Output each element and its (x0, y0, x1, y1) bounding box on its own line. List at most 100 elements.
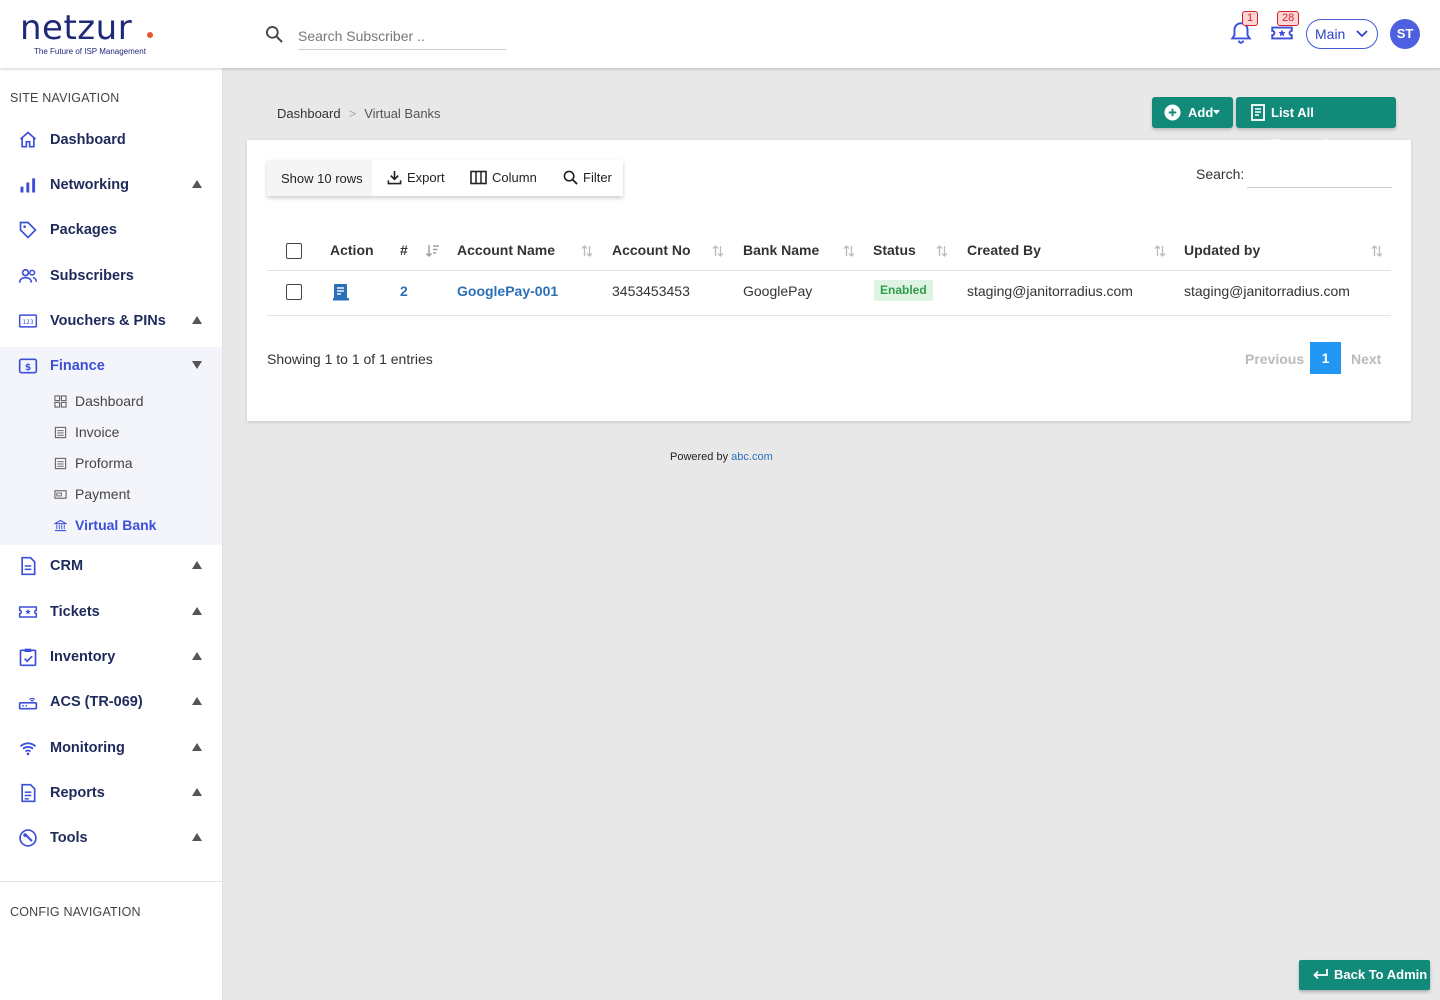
expand-arrow-icon (192, 316, 202, 324)
updated-by-cell: staging@janitorradius.com (1184, 283, 1350, 299)
sidebar-item-label: Reports (50, 785, 105, 801)
sub-item-label: Invoice (75, 424, 120, 440)
sub-item-label: Dashboard (75, 393, 144, 409)
sort-icon[interactable] (936, 244, 948, 258)
filter-button[interactable]: Filter (563, 160, 612, 196)
voucher-icon: 123 (18, 314, 38, 328)
config-navigation-heading: CONFIG NAVIGATION (10, 905, 141, 919)
col-id[interactable]: # (400, 242, 408, 258)
col-account-name[interactable]: Account Name (457, 242, 555, 258)
bar-chart-icon (20, 178, 36, 193)
card-icon (54, 490, 67, 499)
sidebar-item-label: Subscribers (50, 268, 134, 284)
add-button[interactable]: Add (1152, 97, 1233, 128)
sidebar: SITE NAVIGATION Dashboard Networking Pac… (0, 68, 223, 1000)
sidebar-item-tools[interactable]: Tools (0, 817, 222, 861)
finance-sub-payment[interactable]: Payment (0, 479, 222, 510)
sidebar-item-tickets[interactable]: Tickets (0, 591, 222, 635)
sidebar-item-monitoring[interactable]: Monitoring (0, 727, 222, 771)
breadcrumb-current: Virtual Banks (364, 106, 441, 121)
sidebar-item-label: Networking (50, 177, 129, 193)
header-divider (267, 270, 1391, 271)
pagination-previous[interactable]: Previous (1245, 351, 1304, 367)
sidebar-item-label: Vouchers & PINs (50, 313, 166, 329)
caret-down-icon (1213, 110, 1220, 115)
dollar-icon: $ (18, 358, 38, 374)
export-button[interactable]: Export (387, 160, 445, 196)
sidebar-item-reports[interactable]: Reports (0, 772, 222, 816)
col-status[interactable]: Status (873, 242, 916, 258)
svg-text:$: $ (25, 362, 31, 373)
document-icon (21, 556, 36, 576)
sort-icon[interactable] (712, 244, 724, 258)
clipboard-check-icon (19, 648, 37, 667)
col-bank-name[interactable]: Bank Name (743, 242, 819, 258)
sort-desc-icon[interactable] (426, 244, 440, 258)
sidebar-item-dashboard[interactable]: Dashboard (0, 119, 222, 163)
download-icon (387, 170, 402, 185)
export-label: Export (407, 170, 445, 185)
sidebar-item-subscribers[interactable]: Subscribers (0, 255, 222, 299)
subscriber-search-input[interactable] (298, 22, 506, 50)
plus-circle-icon (1164, 104, 1181, 121)
sidebar-item-inventory[interactable]: Inventory (0, 636, 222, 680)
list-icon (54, 426, 67, 439)
breadcrumb-root[interactable]: Dashboard (277, 106, 341, 121)
sidebar-item-networking[interactable]: Networking (0, 164, 222, 208)
view-transactions-icon[interactable] (333, 283, 349, 301)
pagination-next[interactable]: Next (1351, 351, 1381, 367)
expand-arrow-icon (192, 607, 202, 615)
logo-dot (147, 32, 153, 38)
notifications-badge: 1 (1242, 11, 1259, 26)
col-updated-by[interactable]: Updated by (1184, 242, 1260, 258)
select-all-checkbox[interactable] (286, 243, 302, 259)
site-navigation-heading: SITE NAVIGATION (10, 91, 120, 105)
sort-icon[interactable] (581, 244, 593, 258)
sidebar-item-acs[interactable]: ACS (TR-069) (0, 681, 222, 725)
sidebar-divider (0, 881, 222, 882)
chevron-down-icon (1356, 30, 1368, 38)
row-checkbox[interactable] (286, 284, 302, 300)
users-icon (18, 268, 38, 283)
col-account-no[interactable]: Account No (612, 242, 691, 258)
user-avatar[interactable]: ST (1390, 19, 1420, 49)
sidebar-item-packages[interactable]: Packages (0, 209, 222, 253)
breadcrumb-separator: > (348, 106, 357, 121)
tickets-badge: 28 (1277, 11, 1300, 26)
sort-icon[interactable] (843, 244, 855, 258)
sort-icon[interactable] (1154, 244, 1166, 258)
column-button[interactable]: Column (470, 160, 537, 196)
finance-sub-invoice[interactable]: Invoice (0, 417, 222, 448)
sidebar-item-label: Inventory (50, 649, 116, 665)
receipt-icon (1251, 104, 1265, 121)
finance-sub-proforma[interactable]: Proforma (0, 448, 222, 479)
sidebar-item-label: CRM (50, 558, 84, 574)
row-id-link[interactable]: 2 (400, 283, 408, 299)
sidebar-item-crm[interactable]: CRM (0, 545, 222, 589)
sub-item-label: Payment (75, 486, 131, 502)
sidebar-item-vouchers[interactable]: 123 Vouchers & PINs (0, 300, 222, 344)
expand-arrow-icon (192, 743, 202, 751)
list-icon (54, 457, 67, 470)
finance-sub-virtual-bank[interactable]: Virtual Bank (0, 510, 222, 541)
workspace-select[interactable]: Main (1306, 19, 1378, 49)
brand-logo[interactable]: netzur The Future of ISP Management (20, 10, 180, 60)
pagination-page-1[interactable]: 1 (1310, 342, 1341, 374)
table-toolbar: Show 10 rows Export Column Filter (267, 160, 623, 196)
columns-icon (470, 170, 487, 185)
footer-link[interactable]: abc.com (731, 451, 773, 463)
back-to-admin-button[interactable]: Back To Admin (1299, 960, 1430, 990)
sidebar-item-finance[interactable]: $ Finance (0, 345, 222, 389)
finance-sub-dashboard[interactable]: Dashboard (0, 386, 222, 417)
table-search-input[interactable] (1247, 159, 1392, 188)
brand-tagline: The Future of ISP Management (34, 47, 146, 56)
sort-icon[interactable] (1371, 244, 1383, 258)
top-header: netzur The Future of ISP Management 1 28… (0, 0, 1440, 68)
list-all-transactions-button[interactable]: List All Transactions (1236, 97, 1396, 151)
sidebar-item-label: Tickets (50, 604, 100, 620)
show-rows-button[interactable]: Show 10 rows (267, 160, 372, 196)
sidebar-item-label: Tools (50, 830, 88, 846)
account-name-link[interactable]: GooglePay-001 (457, 283, 558, 299)
footer: Powered by abc.com (670, 451, 773, 463)
col-created-by[interactable]: Created By (967, 242, 1041, 258)
